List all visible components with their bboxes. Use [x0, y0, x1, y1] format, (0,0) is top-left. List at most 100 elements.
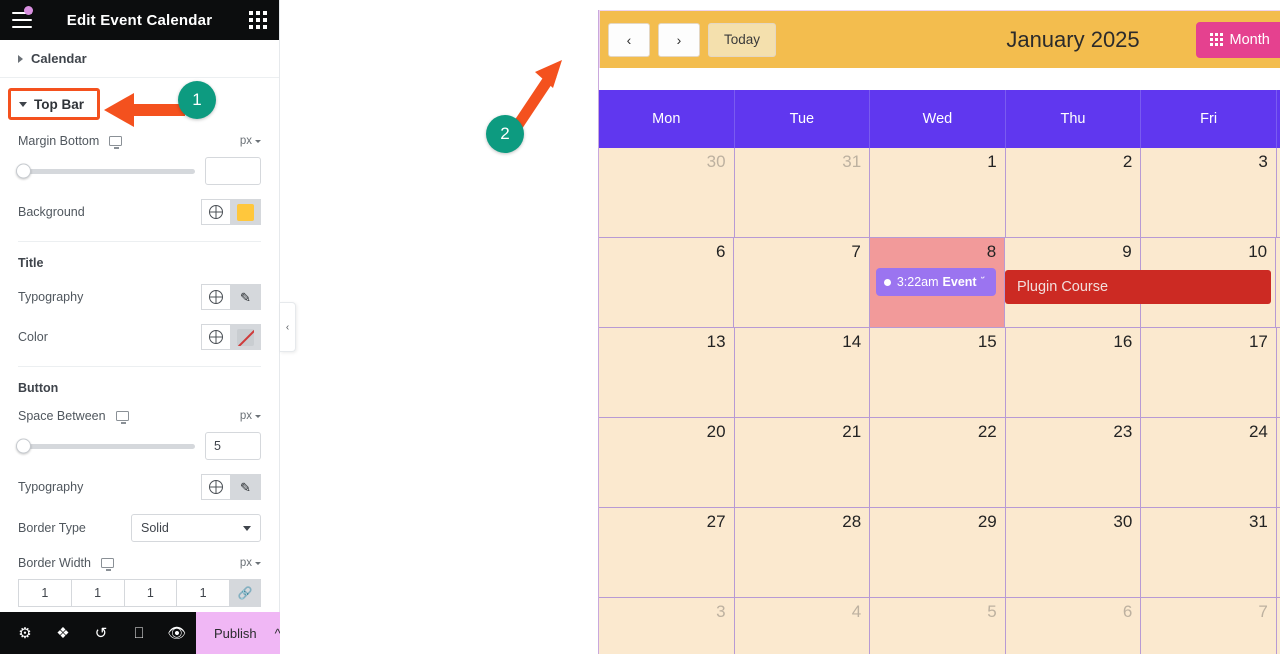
day-cell[interactable]: 7	[734, 238, 870, 328]
slider-knob[interactable]	[16, 163, 31, 179]
day-cell[interactable]: 2	[1005, 148, 1142, 238]
apps-grid-icon[interactable]	[249, 11, 267, 29]
border-type-value: Solid	[141, 521, 169, 535]
unit-label: px	[239, 410, 252, 422]
background-label: Background	[18, 205, 85, 219]
notification-dot-icon	[24, 6, 33, 15]
section-title-button: Button	[18, 381, 59, 395]
title-color-picker[interactable]	[231, 324, 261, 350]
day-cell[interactable]: 1	[870, 148, 1006, 238]
day-cell[interactable]: 3	[1141, 148, 1277, 238]
desktop-device-icon[interactable]	[109, 136, 123, 149]
link-icon[interactable]: 🔗	[229, 579, 261, 607]
day-number: 27	[706, 512, 726, 531]
view-button-month[interactable]: Month	[1195, 21, 1280, 58]
day-cell-today[interactable]: 8 3:22am Event ˘	[869, 238, 1006, 328]
button-typography-global-button[interactable]	[201, 474, 231, 500]
title-typography-edit-button[interactable]: ✎	[231, 284, 261, 310]
day-cell[interactable]: 3	[599, 598, 735, 654]
day-number: 9	[1122, 242, 1132, 261]
day-cell[interactable]: 29	[870, 508, 1006, 598]
editor-panel: Edit Event Calendar Calendar Top Bar Mar…	[0, 0, 281, 654]
chevron-down-icon	[255, 139, 261, 143]
next-month-button[interactable]: ›	[658, 22, 700, 57]
unit-selector-px[interactable]: px	[240, 557, 261, 569]
accordion-top-bar[interactable]: Top Bar	[8, 88, 100, 120]
background-color-picker[interactable]	[231, 199, 261, 225]
day-number: 7	[1258, 602, 1268, 621]
day-number: 10	[1248, 242, 1268, 261]
margin-bottom-input[interactable]	[205, 157, 261, 185]
calendar-event-span[interactable]: Plugin Course	[1005, 270, 1271, 304]
day-cell[interactable]: 16	[1005, 328, 1142, 418]
calendar-day-header-mon: Mon	[599, 90, 735, 148]
day-cell[interactable]: 22	[870, 418, 1006, 508]
title-color-global-button[interactable]	[201, 324, 231, 350]
border-width-bottom-input[interactable]: 1	[123, 579, 177, 607]
background-global-button[interactable]	[201, 199, 231, 225]
responsive-icon[interactable]: ⎕	[120, 612, 158, 654]
chevron-down-icon	[243, 525, 251, 531]
day-cell[interactable]: 6	[1005, 598, 1142, 654]
calendar-title: January 2025	[1006, 26, 1140, 52]
space-between-input[interactable]: 5	[205, 432, 261, 460]
day-cell[interactable]: 17	[1141, 328, 1277, 418]
day-number: 29	[977, 512, 997, 531]
preview-icon[interactable]: 👁	[158, 612, 196, 654]
day-cell[interactable]: 27	[599, 508, 735, 598]
day-cell[interactable]: 5	[870, 598, 1006, 654]
day-number: 5	[987, 602, 997, 621]
divider	[18, 366, 261, 367]
title-color-label: Color	[18, 330, 48, 344]
day-cell[interactable]: 31	[734, 148, 871, 238]
day-cell[interactable]: 31	[1141, 508, 1277, 598]
day-number: 16	[1113, 332, 1133, 351]
day-cell[interactable]: 21	[734, 418, 871, 508]
day-cell[interactable]: 11	[1276, 238, 1280, 328]
unit-selector-px[interactable]: px	[240, 410, 261, 422]
today-button[interactable]: Today	[708, 22, 776, 57]
desktop-device-icon[interactable]	[100, 558, 114, 571]
gear-icon[interactable]: ⚙	[6, 612, 44, 654]
slider-knob[interactable]	[16, 438, 31, 454]
border-width-right-input[interactable]: 1	[70, 579, 124, 607]
panel-header: Edit Event Calendar	[0, 0, 279, 40]
app-screen: Edit Event Calendar Calendar Top Bar Mar…	[0, 0, 1280, 654]
button-typography-edit-button[interactable]: ✎	[231, 474, 261, 500]
margin-bottom-slider[interactable]	[16, 163, 195, 179]
desktop-device-icon[interactable]	[115, 411, 129, 424]
border-type-select[interactable]: Solid	[131, 514, 261, 542]
border-width-top-input[interactable]: 1	[18, 579, 71, 607]
publish-button[interactable]: Publish	[196, 612, 275, 654]
calendar-week-row: 6 7 8 3:22am Event ˘ 9 10 11 12 Plugin C…	[599, 238, 1280, 328]
day-cell[interactable]: 28	[734, 508, 871, 598]
calendar-event-timed[interactable]: 3:22am Event ˘	[875, 268, 997, 296]
history-icon[interactable]: ↺	[82, 612, 120, 654]
day-cell[interactable]: 4	[734, 598, 871, 654]
day-cell[interactable]: 7	[1141, 598, 1277, 654]
layers-icon[interactable]: ❖	[44, 612, 82, 654]
day-cell[interactable]: 24	[1141, 418, 1277, 508]
day-cell[interactable]: 23	[1005, 418, 1142, 508]
accordion-calendar[interactable]: Calendar	[0, 40, 279, 78]
unit-selector-px[interactable]: px	[240, 135, 261, 147]
prev-month-button[interactable]: ‹	[608, 22, 650, 57]
day-cell[interactable]: 13	[599, 328, 735, 418]
day-cell[interactable]: 14	[734, 328, 871, 418]
panel-collapse-handle[interactable]: ‹	[280, 302, 296, 352]
control-title-typography: Typography ✎	[18, 284, 261, 310]
space-between-slider[interactable]	[16, 438, 195, 454]
day-cell[interactable]: 15	[870, 328, 1006, 418]
day-cell[interactable]: 30	[599, 148, 735, 238]
panel-controls: Margin Bottom px Background Title Typogr…	[0, 134, 279, 607]
calendar-day-header-tue: Tue	[735, 90, 871, 148]
day-number: 20	[706, 422, 726, 441]
event-calendar-widget: ‹ › Today January 2025 Month Mon Tue Wed…	[598, 10, 1280, 654]
day-cell[interactable]: 20	[599, 418, 735, 508]
border-width-left-input[interactable]: 1	[176, 579, 229, 607]
accordion-top-bar-label: Top Bar	[34, 96, 84, 112]
day-cell[interactable]: 6	[599, 238, 735, 328]
day-cell[interactable]: 30	[1005, 508, 1142, 598]
day-number: 24	[1248, 422, 1268, 441]
title-typography-global-button[interactable]	[201, 284, 231, 310]
